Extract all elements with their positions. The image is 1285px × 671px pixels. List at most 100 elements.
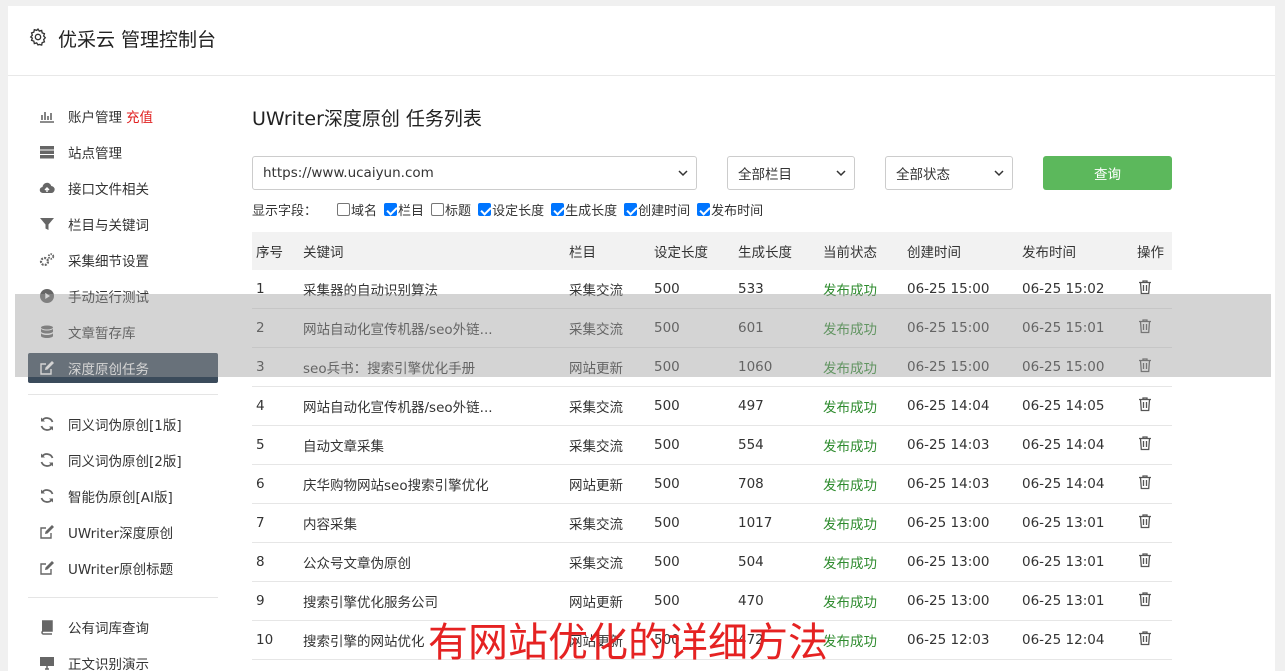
table-cell: 网站更新 xyxy=(569,595,623,611)
row-actions xyxy=(1134,591,1172,611)
status-badge: 发布成功 xyxy=(823,478,877,494)
status-badge: 发布成功 xyxy=(823,439,877,455)
table-row: 7 内容采集 采集交流 500 1017 发布成功 06-25 13:00 06-25 13:… xyxy=(252,504,1172,543)
trash-icon[interactable] xyxy=(1137,513,1153,529)
table-cell: 9 xyxy=(256,593,265,609)
field-checkbox-2[interactable]: 标题 xyxy=(431,200,471,219)
sidebar-item-label: 正文识别演示 xyxy=(68,657,149,671)
sidebar-item-1-4[interactable]: UWriter原创标题 xyxy=(28,550,218,586)
checkbox[interactable] xyxy=(478,203,492,216)
table-cell: 7 xyxy=(256,515,265,531)
display-fields: 显示字段： 域名 栏目 标题 设定长度 生成长度 创建时间 发布时间 xyxy=(252,200,770,219)
table-cell: 采集交流 xyxy=(569,400,623,416)
field-checkbox-6[interactable]: 发布时间 xyxy=(697,200,763,219)
sidebar-divider xyxy=(28,597,218,598)
trash-icon[interactable] xyxy=(1137,279,1153,295)
table-cell: 06-25 12:04 xyxy=(1022,632,1105,648)
status-select[interactable]: 全部状态 xyxy=(885,156,1013,190)
table-cell: 500 xyxy=(654,398,680,414)
column-header: 当前状态 xyxy=(823,245,877,261)
sidebar-item-1-1[interactable]: 同义词伪原创[2版] xyxy=(28,442,218,478)
row-actions xyxy=(1134,435,1172,455)
filter-bar: https://www.ucaiyun.com 全部栏目 全部状态 查询 显示字… xyxy=(252,156,1172,219)
recharge-link[interactable]: 充值 xyxy=(126,106,153,126)
field-checkbox-label: 发布时间 xyxy=(711,204,764,219)
sidebar-item-0-0[interactable]: 账户管理 充值 xyxy=(28,98,218,134)
refresh-icon xyxy=(38,415,56,433)
sidebar-item-2-0[interactable]: 公有词库查询 xyxy=(28,609,218,645)
sidebar-item-1-0[interactable]: 同义词伪原创[1版] xyxy=(28,406,218,442)
table-cell: 500 xyxy=(654,554,680,570)
sidebar-item-label: 同义词伪原创[2版] xyxy=(68,454,182,470)
table-cell: 504 xyxy=(738,554,764,570)
field-checkbox-1[interactable]: 栏目 xyxy=(384,200,424,219)
table-row: 8 公众号文章伪原创 采集交流 500 504 发布成功 06-25 13:00 06-25 … xyxy=(252,543,1172,582)
table-cell: 8 xyxy=(256,554,265,570)
table-cell: 1017 xyxy=(738,515,773,531)
table-cell: 500 xyxy=(654,515,680,531)
sidebar-item-label: 账户管理 xyxy=(68,110,122,126)
sidebar-divider xyxy=(28,394,218,395)
checkbox[interactable] xyxy=(384,203,398,216)
sidebar-item-2-1[interactable]: 正文识别演示 xyxy=(28,645,218,671)
gears-icon xyxy=(38,251,56,269)
query-button[interactable]: 查询 xyxy=(1043,156,1172,190)
checkbox[interactable] xyxy=(551,203,565,216)
refresh-icon xyxy=(38,487,56,505)
checkbox[interactable] xyxy=(624,203,638,216)
table-cell: 内容采集 xyxy=(303,517,357,533)
table-cell: 708 xyxy=(738,476,764,492)
column-header: 序号 xyxy=(256,245,283,261)
display-fields-label: 显示字段： xyxy=(252,204,318,219)
bar-chart-icon xyxy=(38,107,56,125)
table-cell: 500 xyxy=(654,437,680,453)
field-checkbox-0[interactable]: 域名 xyxy=(337,200,377,219)
checkbox[interactable] xyxy=(431,203,445,216)
table-cell: 554 xyxy=(738,437,764,453)
sidebar-item-1-3[interactable]: UWriter深度原创 xyxy=(28,514,218,550)
trash-icon[interactable] xyxy=(1137,435,1153,451)
table-cell: 06-25 13:01 xyxy=(1022,515,1105,531)
field-checkbox-5[interactable]: 创建时间 xyxy=(624,200,690,219)
chevron-down-icon xyxy=(994,170,1004,177)
trash-icon[interactable] xyxy=(1137,552,1153,568)
filter-icon xyxy=(38,215,56,233)
table-cell: 4 xyxy=(256,398,265,414)
field-checkbox-3[interactable]: 设定长度 xyxy=(478,200,544,219)
site-select[interactable]: https://www.ucaiyun.com xyxy=(252,156,697,190)
status-badge: 发布成功 xyxy=(823,400,877,416)
sidebar-item-label: 站点管理 xyxy=(68,146,122,162)
watermark-caption: 有网站优化的详细方法 xyxy=(428,620,828,666)
field-checkbox-4[interactable]: 生成长度 xyxy=(551,200,617,219)
table-cell: 搜索引擎优化服务公司 xyxy=(303,595,438,611)
cloud-upload-icon xyxy=(38,179,56,197)
table-cell: 采集交流 xyxy=(569,517,623,533)
sidebar-item-1-2[interactable]: 智能伪原创[AI版] xyxy=(28,478,218,514)
checkbox[interactable] xyxy=(697,203,711,216)
top-header: 优采云 管理控制台 xyxy=(8,6,1275,76)
trash-icon[interactable] xyxy=(1137,591,1153,607)
checkbox[interactable] xyxy=(337,203,351,216)
table-cell: 06-25 14:04 xyxy=(907,398,990,414)
table-cell: 庆华购物网站seo搜索引擎优化 xyxy=(303,478,489,494)
table-cell: 10 xyxy=(256,632,274,648)
main-content: UWriter深度原创 任务列表 https://www.ucaiyun.com… xyxy=(252,98,1172,660)
table-cell: 6 xyxy=(256,476,265,492)
status-select-value: 全部状态 xyxy=(896,167,950,183)
row-actions xyxy=(1134,552,1172,572)
sidebar-item-label: 智能伪原创[AI版] xyxy=(68,490,173,506)
trash-icon[interactable] xyxy=(1137,630,1153,646)
table-cell: 网站更新 xyxy=(569,478,623,494)
column-header: 栏目 xyxy=(569,245,596,261)
column-select[interactable]: 全部栏目 xyxy=(727,156,855,190)
trash-icon[interactable] xyxy=(1137,474,1153,490)
column-header: 生成长度 xyxy=(738,245,792,261)
sidebar-item-0-4[interactable]: 采集细节设置 xyxy=(28,242,218,278)
table-cell: 06-25 14:04 xyxy=(1022,437,1105,453)
table-cell: 06-25 14:03 xyxy=(907,476,990,492)
row-actions xyxy=(1134,396,1172,416)
trash-icon[interactable] xyxy=(1137,396,1153,412)
sidebar-item-0-1[interactable]: 站点管理 xyxy=(28,134,218,170)
sidebar-item-0-2[interactable]: 接口文件相关 xyxy=(28,170,218,206)
sidebar-item-0-3[interactable]: 栏目与关键词 xyxy=(28,206,218,242)
